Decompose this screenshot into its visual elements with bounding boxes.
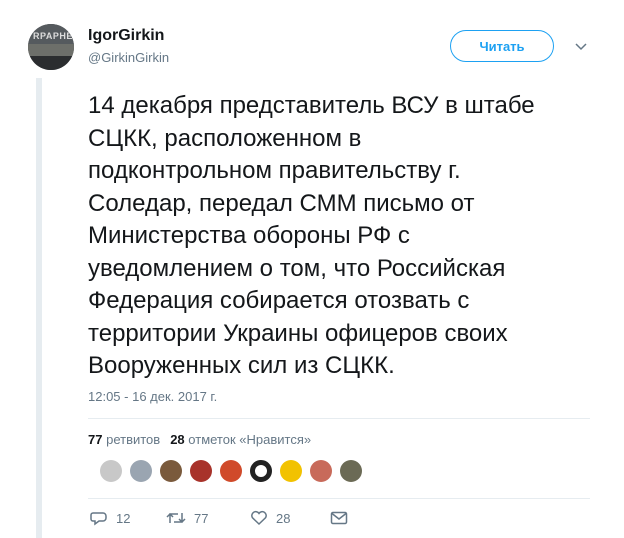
liker-avatar-4[interactable] (190, 460, 212, 482)
retweets-label: ретвитов (106, 432, 161, 447)
liker-avatar-5[interactable] (220, 460, 242, 482)
avatar-wall (28, 44, 74, 56)
avatar-ground (28, 56, 74, 70)
reply-icon (90, 510, 108, 526)
tweet-actions: 12 77 28 (88, 510, 388, 532)
divider-bottom (88, 498, 590, 499)
like-button[interactable]: 28 (250, 510, 290, 526)
message-button[interactable] (330, 510, 348, 526)
like-count: 28 (276, 510, 291, 526)
liker-avatar-2[interactable] (130, 460, 152, 482)
likes-stat[interactable]: 28 отметок «Нравится» (170, 432, 311, 447)
reply-button[interactable]: 12 (90, 510, 130, 526)
author-handle[interactable]: @GirkinGirkin (88, 50, 169, 65)
envelope-icon (330, 510, 348, 526)
reply-count: 12 (116, 510, 131, 526)
avatar-logo-text: RPAPHE (33, 31, 73, 41)
retweets-count: 77 (88, 432, 103, 447)
likes-count: 28 (170, 432, 185, 447)
divider-top (88, 418, 590, 419)
tweet-timestamp[interactable]: 12:05 - 16 дек. 2017 г. (88, 389, 217, 404)
liker-avatar-6[interactable] (250, 460, 272, 482)
conversation-rail (36, 78, 42, 538)
follow-button[interactable]: Читать (450, 30, 554, 62)
retweet-button[interactable]: 77 (166, 510, 208, 526)
retweets-stat[interactable]: 77 ретвитов (88, 432, 160, 447)
author-display-name[interactable]: IgorGirkin (88, 27, 164, 45)
liker-avatar-7[interactable] (280, 460, 302, 482)
retweet-icon (166, 510, 186, 526)
author-avatar[interactable]: RPAPHE (28, 24, 74, 70)
liker-avatar-9[interactable] (340, 460, 362, 482)
likes-label: отметок «Нравится» (188, 432, 312, 447)
liker-avatar-1[interactable] (100, 460, 122, 482)
liker-avatar-3[interactable] (160, 460, 182, 482)
tweet-text: 14 декабря представитель ВСУ в штабе СЦК… (88, 92, 535, 379)
liker-avatar-8[interactable] (310, 460, 332, 482)
retweet-count: 77 (194, 510, 209, 526)
heart-icon (250, 510, 268, 526)
chevron-down-icon[interactable] (572, 38, 590, 56)
engagement-stats: 77 ретвитов 28 отметок «Нравится» (88, 432, 311, 447)
